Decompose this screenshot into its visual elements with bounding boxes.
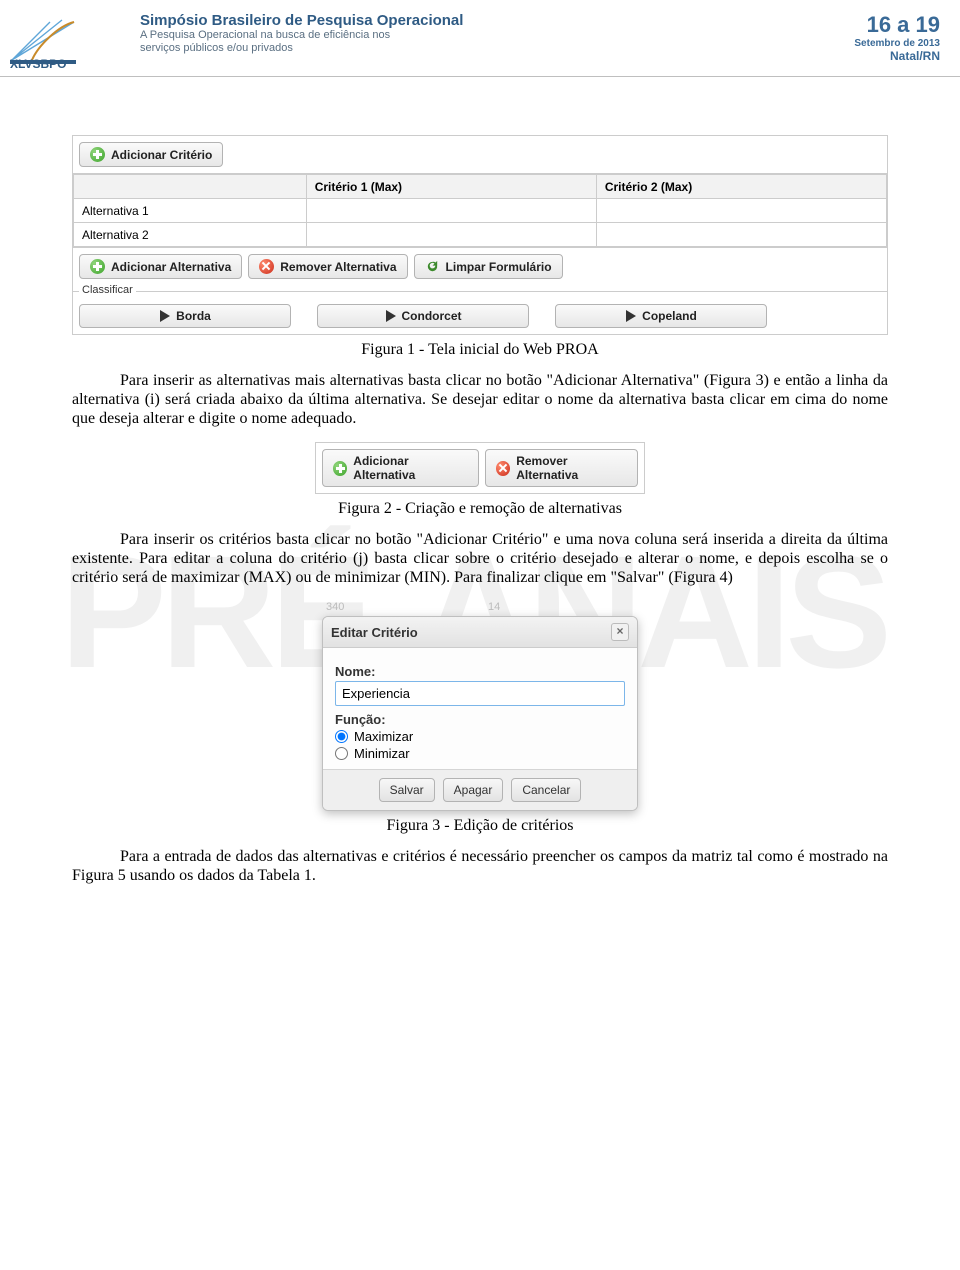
classify-condorcet-button[interactable]: Condorcet	[317, 304, 529, 328]
paragraph-1: Para inserir as alternativas mais altern…	[72, 371, 888, 428]
classify-group-label: Classificar	[79, 284, 136, 296]
delete-label: Apagar	[454, 783, 493, 797]
close-icon	[496, 461, 510, 476]
header-subtitle-2: serviços públicos e/ou privados	[140, 42, 463, 55]
event-logo: XLVSBPO	[8, 12, 128, 68]
play-icon	[386, 310, 396, 322]
minimize-radio[interactable]	[335, 747, 348, 760]
minimize-label: Minimizar	[354, 746, 410, 761]
paragraph-2: Para inserir os critérios basta clicar n…	[72, 530, 888, 587]
cancel-label: Cancelar	[522, 783, 570, 797]
classify-borda-label: Borda	[176, 309, 211, 323]
grid-row-label[interactable]: Alternativa 1	[74, 199, 307, 223]
grid-header-crit1[interactable]: Critério 1 (Max)	[306, 175, 596, 199]
plus-icon	[90, 147, 105, 162]
remove-alternative-label: Remover Alternativa	[280, 260, 396, 274]
fig2-screenshot: Adicionar Alternativa Remover Alternativ…	[315, 442, 645, 494]
grid-row-label[interactable]: Alternativa 2	[74, 223, 307, 247]
classify-copeland-button[interactable]: Copeland	[555, 304, 767, 328]
add-criterion-button[interactable]: Adicionar Critério	[79, 142, 223, 167]
name-label: Nome:	[335, 664, 625, 679]
grid-cell[interactable]	[596, 223, 886, 247]
add-alternative-button[interactable]: Adicionar Alternativa	[79, 254, 242, 279]
header-title: Simpósio Brasileiro de Pesquisa Operacio…	[140, 12, 463, 29]
logo-text: XLVSBPO	[10, 57, 66, 68]
close-icon	[259, 259, 274, 274]
fig3-caption: Figura 3 - Edição de critérios	[0, 817, 960, 835]
remove-alternative-button[interactable]: Remover Alternativa	[248, 254, 407, 279]
remove-alternative-label: Remover Alternativa	[516, 454, 627, 482]
plus-icon	[90, 259, 105, 274]
criterion-name-input[interactable]	[335, 681, 625, 706]
grid-cell[interactable]	[596, 199, 886, 223]
grid-header-empty	[74, 175, 307, 199]
add-alternative-button[interactable]: Adicionar Alternativa	[322, 449, 479, 487]
plus-icon	[333, 461, 347, 476]
clear-form-button[interactable]: Limpar Formulário	[414, 254, 563, 279]
play-icon	[626, 310, 636, 322]
clear-form-label: Limpar Formulário	[446, 260, 552, 274]
header-month: Setembro de 2013	[854, 38, 940, 49]
grid-cell[interactable]	[306, 223, 596, 247]
add-alternative-label: Adicionar Alternativa	[111, 260, 231, 274]
classify-borda-button[interactable]: Borda	[79, 304, 291, 328]
criteria-grid: Critério 1 (Max) Critério 2 (Max) Altern…	[73, 174, 887, 247]
maximize-label: Maximizar	[354, 729, 413, 744]
maximize-radio[interactable]	[335, 730, 348, 743]
grid-header-crit2[interactable]: Critério 2 (Max)	[596, 175, 886, 199]
edit-criterion-dialog: Editar Critério × Nome: Função: Maximiza…	[322, 616, 638, 811]
classify-condorcet-label: Condorcet	[402, 309, 462, 323]
cancel-button[interactable]: Cancelar	[511, 778, 581, 802]
function-label: Função:	[335, 712, 625, 727]
fig3-bgnum-left: 340	[326, 601, 472, 613]
dialog-close-button[interactable]: ×	[611, 623, 629, 641]
paragraph-3: Para a entrada de dados das alternativas…	[72, 847, 888, 885]
grid-cell[interactable]	[306, 199, 596, 223]
remove-alternative-button[interactable]: Remover Alternativa	[485, 449, 638, 487]
add-alternative-label: Adicionar Alternativa	[353, 454, 468, 482]
close-icon: ×	[616, 624, 623, 638]
fig1-caption: Figura 1 - Tela inicial do Web PROA	[0, 341, 960, 359]
add-criterion-label: Adicionar Critério	[111, 148, 212, 162]
page-header: XLVSBPO Simpósio Brasileiro de Pesquisa …	[0, 0, 960, 77]
delete-button[interactable]: Apagar	[443, 778, 504, 802]
header-city: Natal/RN	[854, 49, 940, 63]
reload-icon	[425, 259, 440, 274]
header-dates: 16 a 19	[854, 12, 940, 38]
fig3-screenshot: 340 14 Editar Critério × Nome: Função: M…	[322, 601, 638, 811]
classify-copeland-label: Copeland	[642, 309, 697, 323]
header-subtitle-1: A Pesquisa Operacional na busca de efici…	[140, 29, 463, 42]
play-icon	[160, 310, 170, 322]
save-label: Salvar	[390, 783, 424, 797]
fig2-caption: Figura 2 - Criação e remoção de alternat…	[0, 500, 960, 518]
fig1-screenshot: Adicionar Critério Critério 1 (Max) Crit…	[72, 135, 888, 335]
dialog-title: Editar Critério	[331, 625, 418, 640]
save-button[interactable]: Salvar	[379, 778, 435, 802]
fig3-bgnum-right: 14	[488, 601, 634, 613]
